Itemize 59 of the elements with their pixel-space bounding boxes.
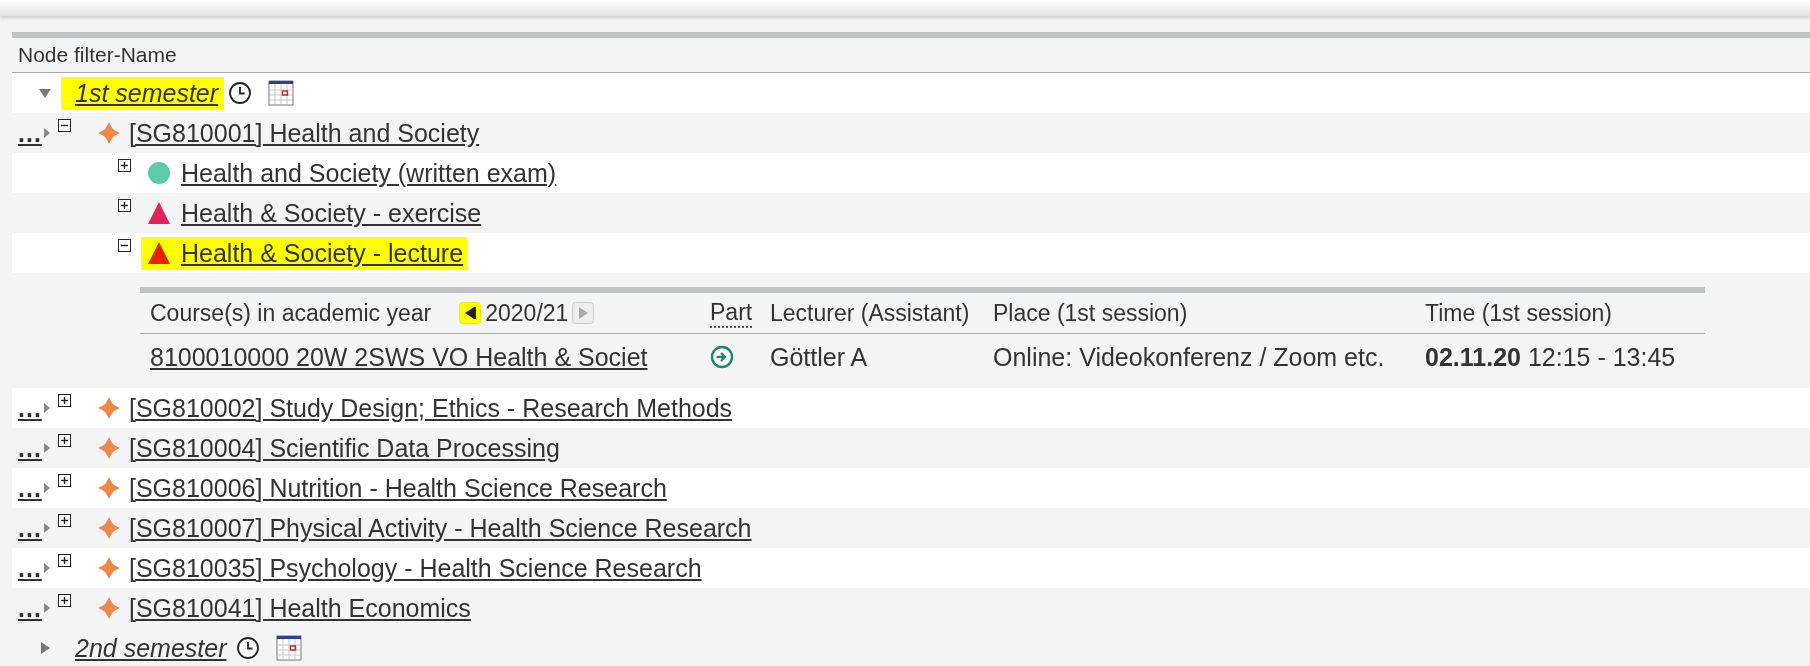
module-link[interactable]: [SG810035] Psychology - Health Science Research <box>129 553 702 583</box>
module-icon <box>97 556 121 580</box>
course-link[interactable]: Health and Society (written exam) <box>181 158 557 188</box>
expand-icon[interactable] <box>58 474 71 487</box>
more-link[interactable]: ... <box>18 553 42 583</box>
module-icon <box>97 476 121 500</box>
caret-icon <box>43 523 50 533</box>
more-link[interactable]: ... <box>18 433 42 463</box>
more-link[interactable]: ... <box>18 393 42 423</box>
module-link[interactable]: [SG810001] Health and Society <box>129 118 480 148</box>
go-icon[interactable] <box>710 345 734 369</box>
course-link[interactable]: Health & Society - exercise <box>181 198 482 228</box>
table-cell-text: Göttler A <box>769 342 869 372</box>
column-header: Lecturer (Assistant) <box>769 299 971 327</box>
clock-icon[interactable] <box>236 636 261 660</box>
academic-year: 2020/21 <box>485 299 569 327</box>
module-link[interactable]: [SG810041] Health Economics <box>129 593 471 623</box>
expand-icon[interactable] <box>118 159 131 172</box>
module-icon <box>97 121 121 145</box>
collapse-icon[interactable] <box>118 239 131 252</box>
column-header: Course(s) in academic year <box>150 299 432 327</box>
clock-icon[interactable] <box>228 81 253 105</box>
caret-icon <box>43 403 50 413</box>
column-header: Place (1st session) <box>992 299 1189 327</box>
caret-icon <box>43 443 50 453</box>
more-link[interactable]: ... <box>18 118 42 148</box>
module-link[interactable]: [SG810002] Study Design; Ethics - Research Methods <box>129 393 733 423</box>
module-icon <box>97 516 121 540</box>
semester-link[interactable]: 1st semester <box>75 78 219 107</box>
caret-icon <box>43 603 50 613</box>
course-link[interactable]: Health & Society - lecture <box>181 238 464 268</box>
calendar-icon[interactable] <box>268 80 295 106</box>
caret-icon <box>43 563 50 573</box>
more-link[interactable]: ... <box>18 513 42 543</box>
collapse-icon[interactable] <box>58 119 71 132</box>
more-link[interactable]: ... <box>18 593 42 623</box>
column-header: Part <box>710 298 753 328</box>
previous-year-button[interactable] <box>459 302 482 324</box>
expand-icon[interactable] <box>118 199 131 212</box>
caret-icon <box>43 483 50 493</box>
course-link[interactable]: 8100010000 20W 2SWS VO Health & Societ <box>150 342 700 372</box>
calendar-icon[interactable] <box>276 635 303 661</box>
column-header: Time (1st session) <box>1424 299 1614 327</box>
more-link[interactable]: ... <box>18 473 42 503</box>
module-icon <box>97 396 121 420</box>
expand-icon[interactable] <box>58 554 71 567</box>
module-link[interactable]: [SG810006] Nutrition - Health Science Research <box>129 473 667 503</box>
table-cell-text: Online: Videokonferenz / Zoom etc. <box>992 342 1386 372</box>
expand-icon[interactable] <box>58 394 71 407</box>
module-icon <box>97 596 121 620</box>
expand-icon[interactable] <box>58 514 71 527</box>
expand-icon[interactable] <box>58 434 71 447</box>
module-icon <box>97 436 121 460</box>
semester-link[interactable]: 2nd semester <box>75 633 227 662</box>
module-link[interactable]: [SG810004] Scientific Data Processing <box>129 433 560 463</box>
expand-icon[interactable] <box>58 594 71 607</box>
module-link[interactable]: [SG810007] Physical Activity - Health Science Research <box>129 513 752 543</box>
table-cell-text: 02.11.20 12:15 - 13:45 <box>1424 342 1677 372</box>
caret-icon <box>43 128 50 138</box>
